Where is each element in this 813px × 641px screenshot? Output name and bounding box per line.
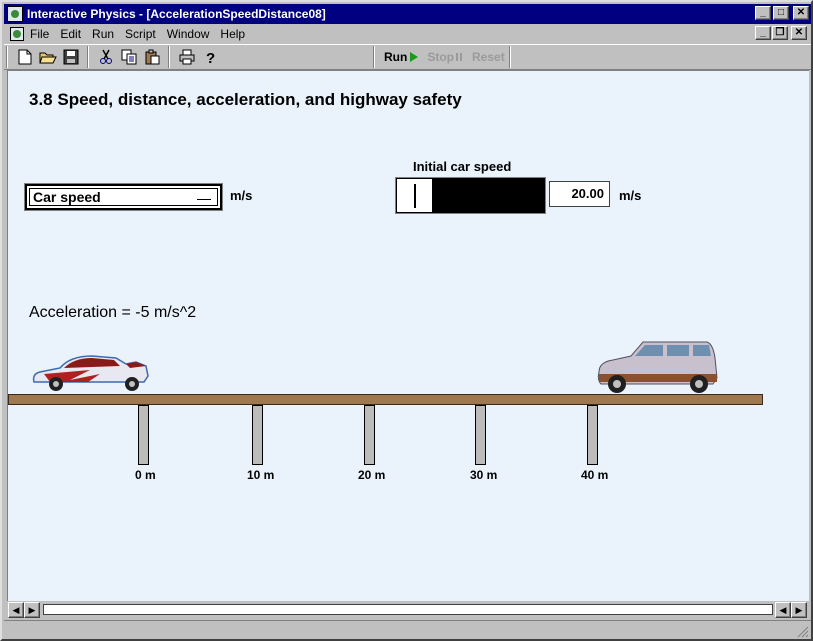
menu-window[interactable]: Window	[167, 27, 210, 41]
road	[8, 394, 763, 405]
menu-file[interactable]: File	[30, 27, 49, 41]
stop-button[interactable]: Stop	[423, 46, 468, 68]
open-folder-icon[interactable]	[37, 46, 59, 68]
run-label: Run	[384, 50, 408, 64]
window-title: Interactive Physics - [AccelerationSpeed…	[27, 7, 326, 21]
resize-grip-icon[interactable]	[797, 626, 809, 638]
distance-post	[252, 405, 263, 465]
distance-label-40m: 40 m	[581, 468, 609, 482]
distance-post	[475, 405, 486, 465]
play-icon	[410, 52, 419, 62]
menu-bar: File Edit Run Script Window Help _ ❐ ✕	[4, 25, 811, 43]
distance-label-20m: 20 m	[358, 468, 386, 482]
car-speed-meter-label: Car speed	[33, 189, 101, 205]
slider-thumb[interactable]	[414, 184, 416, 208]
app-window: Interactive Physics - [AccelerationSpeed…	[0, 0, 813, 641]
meter-unit: m/s	[230, 188, 253, 203]
pause-icon	[456, 53, 462, 61]
distance-label-30m: 30 m	[470, 468, 498, 482]
slider-unit: m/s	[619, 188, 642, 203]
doc-restore-button[interactable]: ❐	[772, 26, 788, 40]
horizontal-scrollbar[interactable]: ◀ ▶ ◀ ▶	[7, 601, 809, 619]
simulation-workspace[interactable]: 3.8 Speed, distance, acceleration, and h…	[7, 70, 809, 601]
scroll-last-icon[interactable]: ▶	[791, 602, 807, 618]
toolbar-separator	[508, 46, 511, 68]
toolbar: ? Run Stop Reset	[4, 44, 811, 70]
distance-post	[587, 405, 598, 465]
scroll-first-icon[interactable]: ◀	[8, 602, 24, 618]
toolbar-separator	[373, 46, 375, 68]
distance-label-10m: 10 m	[247, 468, 275, 482]
acceleration-text: Acceleration = -5 m/s^2	[29, 304, 197, 321]
doc-minimize-button[interactable]: _	[755, 26, 771, 40]
reset-button[interactable]: Reset	[468, 46, 509, 68]
scroll-right-icon[interactable]: ◀	[775, 602, 791, 618]
toolbar-separator	[87, 46, 89, 68]
distance-post	[364, 405, 375, 465]
print-icon[interactable]	[176, 46, 198, 68]
copy-icon[interactable]	[118, 46, 140, 68]
race-car-icon[interactable]	[30, 352, 152, 394]
svg-text:?: ?	[206, 50, 215, 65]
slider-label: Initial car speed	[413, 159, 512, 174]
stop-label: Stop	[427, 50, 454, 64]
scroll-left-icon[interactable]: ▶	[24, 602, 40, 618]
menu-help[interactable]: Help	[220, 27, 245, 41]
scroll-track[interactable]	[43, 604, 773, 615]
paste-icon[interactable]	[141, 46, 163, 68]
help-icon[interactable]: ?	[199, 46, 221, 68]
new-file-icon[interactable]	[14, 46, 36, 68]
title-bar[interactable]: Interactive Physics - [AccelerationSpeed…	[4, 4, 811, 24]
app-icon[interactable]	[7, 6, 23, 22]
page-title: 3.8 Speed, distance, acceleration, and h…	[29, 90, 462, 109]
menu-run[interactable]: Run	[92, 27, 114, 41]
save-icon[interactable]	[60, 46, 82, 68]
suv-car-icon[interactable]	[593, 338, 719, 396]
distance-post	[138, 405, 149, 465]
car-speed-meter[interactable]: Car speed	[24, 183, 223, 211]
run-button[interactable]: Run	[380, 46, 423, 68]
document-icon[interactable]	[10, 27, 24, 41]
minimize-button[interactable]: _	[755, 6, 771, 20]
menu-edit[interactable]: Edit	[60, 27, 81, 41]
initial-speed-slider[interactable]	[395, 177, 546, 214]
meter-value-dash	[197, 199, 211, 200]
doc-close-button[interactable]: ✕	[791, 26, 807, 40]
toolbar-separator	[168, 46, 170, 68]
distance-label-0m: 0 m	[135, 468, 156, 482]
toolbar-grip	[6, 46, 8, 68]
cut-icon[interactable]	[95, 46, 117, 68]
initial-speed-input[interactable]: 20.00	[549, 181, 610, 207]
menu-script[interactable]: Script	[125, 27, 156, 41]
close-button[interactable]: ✕	[793, 6, 809, 20]
maximize-button[interactable]: □	[773, 6, 789, 20]
status-bar	[4, 620, 811, 640]
